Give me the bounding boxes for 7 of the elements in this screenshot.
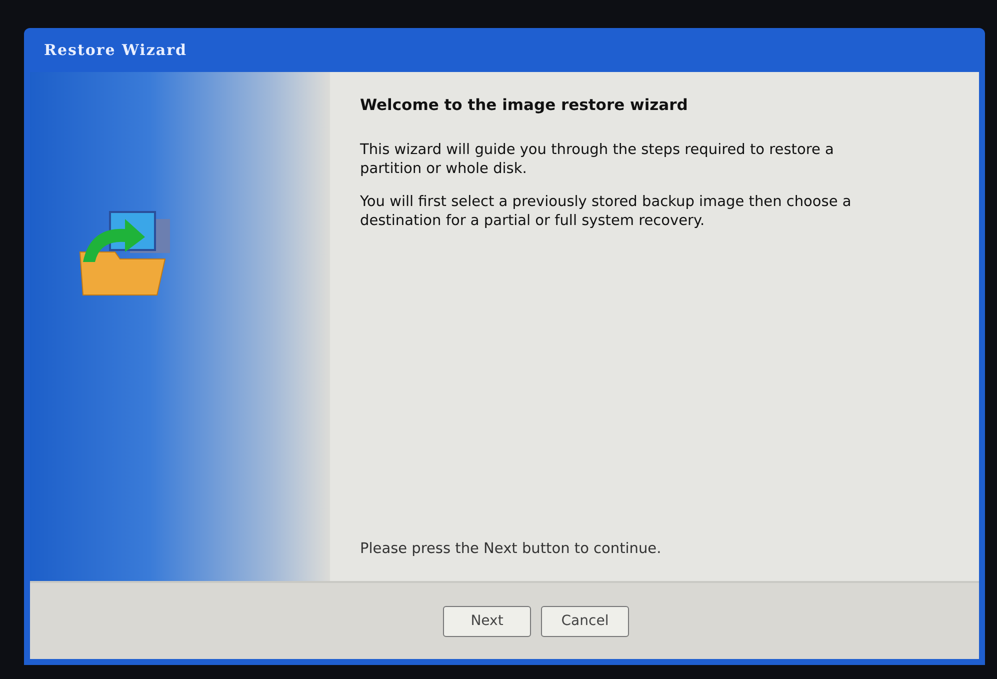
description-text: This wizard will guide you through the steps required to restore a partition or whole disk. bbox=[360, 141, 835, 179]
window-title: Restore Wizard bbox=[44, 40, 187, 61]
next-button[interactable]: Next bbox=[443, 606, 531, 636]
cancel-button[interactable]: Cancel bbox=[541, 606, 629, 636]
description-text: You will first select a previously stored backup image then choose a destination for a partial or full system recovery. bbox=[360, 192, 852, 231]
instruction-text: Please press the Next button to continue. bbox=[360, 540, 662, 560]
wizard-heading: Welcome to the image restore wizard bbox=[360, 95, 689, 116]
